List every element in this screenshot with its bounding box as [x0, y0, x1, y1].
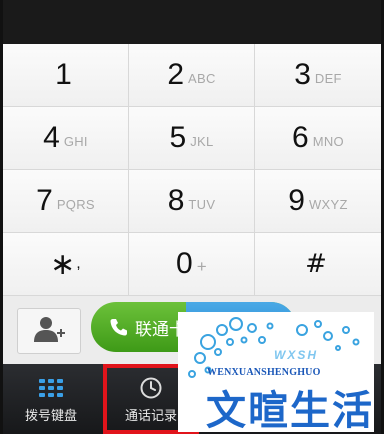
key-letters: DEF: [314, 70, 342, 86]
key-8[interactable]: 8 TUV: [129, 170, 255, 233]
dialpad-icon: [38, 375, 64, 401]
phone-icon: [109, 317, 129, 337]
tab-label: 通话记录: [124, 408, 177, 424]
add-contact-icon: [32, 315, 66, 347]
key-digit: 7: [36, 184, 53, 217]
tab-label: 拨号键盘: [24, 408, 77, 424]
watermark-title: 文暄生活: [206, 388, 374, 432]
key-letters: ABC: [188, 70, 216, 86]
key-letters: WXYZ: [308, 196, 348, 212]
key-0[interactable]: 0 +: [129, 233, 255, 296]
key-9[interactable]: 9 WXYZ: [255, 170, 381, 233]
key-1[interactable]: 1: [3, 44, 129, 107]
watermark-abbr: WXSH: [274, 348, 318, 362]
key-letters: TUV: [188, 196, 216, 212]
number-display: [3, 0, 381, 44]
key-digit: 6: [292, 121, 309, 154]
key-letters: GHI: [63, 133, 88, 149]
key-digit: #: [305, 249, 327, 279]
key-digit: 4: [43, 121, 60, 154]
key-digit: ∗: [50, 246, 76, 282]
key-digit: 2: [167, 58, 185, 91]
watermark-url-text: WENXUANSHENGHUO: [207, 367, 321, 378]
key-star[interactable]: ∗ ,: [3, 233, 129, 296]
key-digit: 1: [55, 58, 72, 91]
clock-icon: [139, 375, 163, 401]
key-digit: 3: [294, 58, 311, 91]
tab-dialpad[interactable]: 拨号键盘: [3, 364, 99, 434]
key-letters: PQRS: [56, 196, 95, 212]
key-letters: JKL: [190, 133, 214, 149]
add-contact-button[interactable]: [17, 308, 81, 354]
key-digit: 8: [167, 184, 185, 217]
key-6[interactable]: 6 MNO: [255, 107, 381, 170]
key-letters: +: [196, 257, 207, 276]
key-5[interactable]: 5 JKL: [129, 107, 255, 170]
key-7[interactable]: 7 PQRS: [3, 170, 129, 233]
key-3[interactable]: 3 DEF: [255, 44, 381, 107]
key-hash[interactable]: #: [255, 233, 381, 296]
key-letters: MNO: [312, 133, 344, 149]
key-2[interactable]: 2 ABC: [129, 44, 255, 107]
key-digit: 0: [176, 247, 193, 280]
key-digit: 5: [169, 121, 187, 154]
watermark-logo: WXSH WENXUANSHENGHUO 文暄生活: [178, 312, 374, 432]
dial-keypad: 1 2 ABC 3 DEF 4 GHI 5 JKL 6 MNO 7 PQRS 8: [3, 44, 381, 296]
key-letters: ,: [76, 255, 81, 272]
key-4[interactable]: 4 GHI: [3, 107, 129, 170]
key-digit: 9: [288, 184, 305, 217]
